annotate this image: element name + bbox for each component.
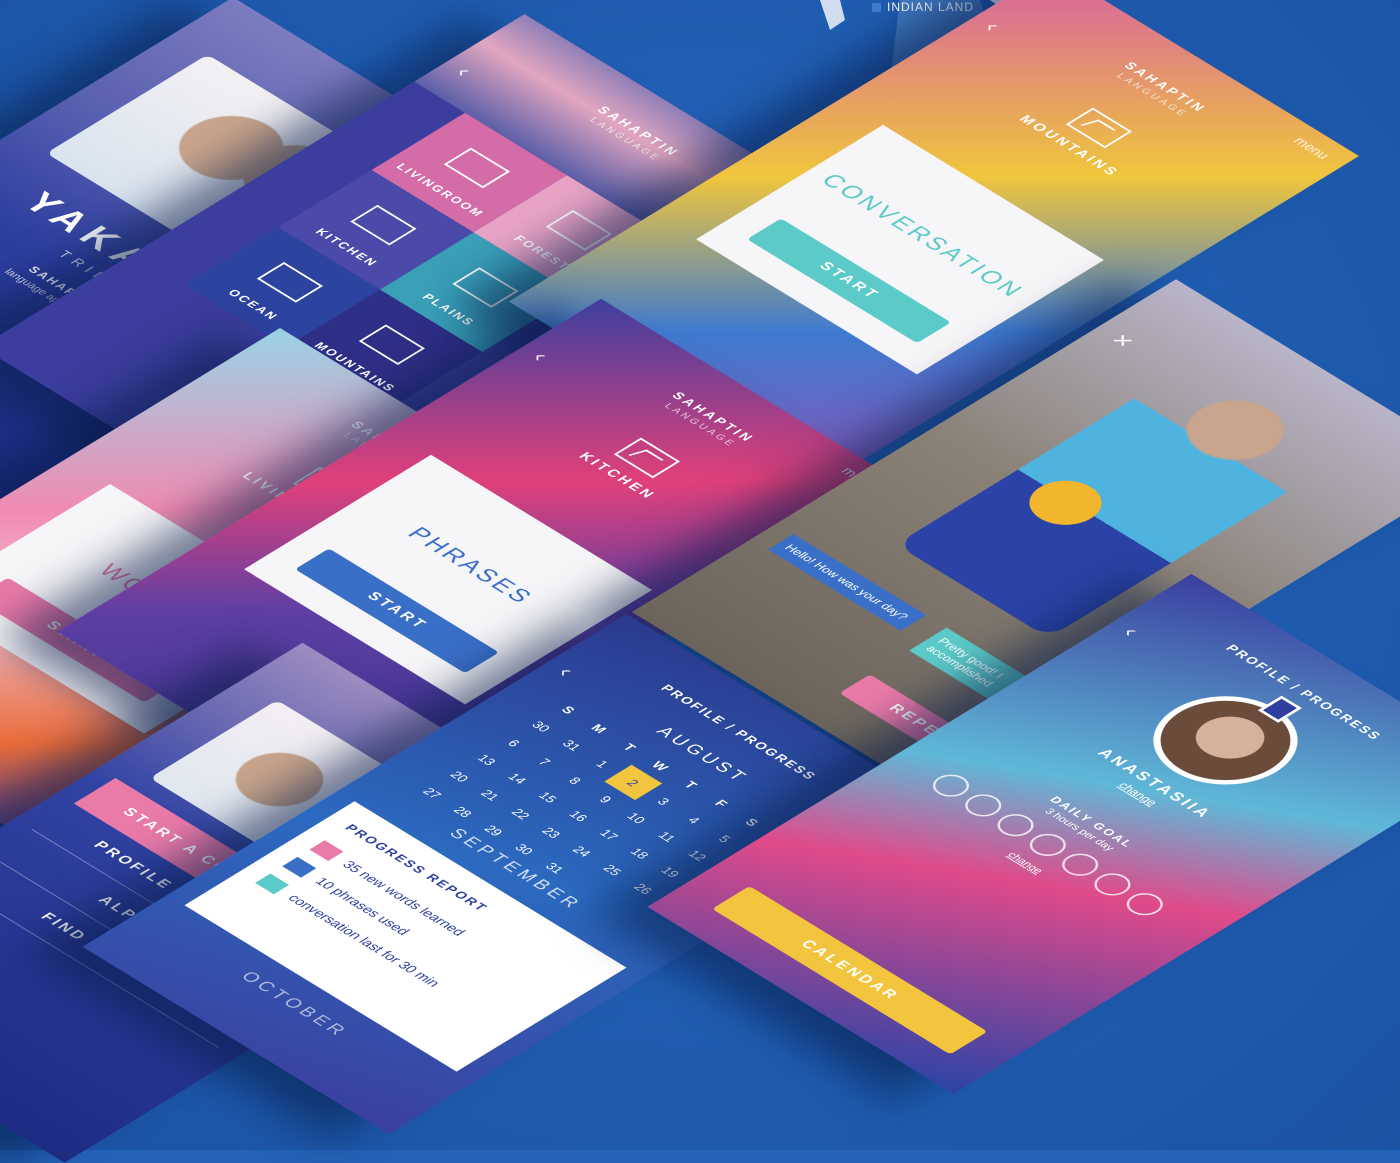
report-swatch <box>255 873 289 894</box>
ocean-icon <box>257 262 323 303</box>
progress-report-list: 35 new words learned10 phrases usedconve… <box>243 840 499 997</box>
close-icon[interactable]: × <box>1103 329 1142 353</box>
mockup-stage: YAKAMA TRIBE SAHAPTIN language applicati… <box>0 0 1400 1150</box>
bubble-left: Hello! How was your day? <box>768 534 926 631</box>
report-swatch <box>282 857 316 878</box>
character-illustration <box>896 357 1355 638</box>
goal-dots <box>881 746 1217 951</box>
back-icon[interactable]: ‹ <box>1117 623 1145 640</box>
goal-dot <box>1022 829 1073 860</box>
menu-button[interactable]: menu <box>1290 135 1333 162</box>
goal-dot <box>958 790 1009 821</box>
conv-language: SAHAPTIN <box>1006 0 1325 185</box>
back-icon[interactable]: ‹ <box>526 348 554 365</box>
conversation-card: CONVERSATION START <box>696 125 1104 375</box>
goal-dot <box>1119 889 1170 920</box>
goal-dot <box>1087 869 1138 900</box>
goal-dot <box>990 810 1041 841</box>
mountains-icon <box>359 324 425 365</box>
livingroom-icon <box>444 148 510 189</box>
back-icon[interactable]: ‹ <box>978 18 1006 35</box>
calendar-button[interactable]: CALENDAR <box>712 886 987 1054</box>
report-swatch <box>309 840 343 861</box>
goal-dot <box>1055 849 1106 880</box>
conv-language-sub: LANGUAGE <box>994 0 1309 192</box>
goal-dot <box>925 770 976 801</box>
kitchen-icon <box>350 205 416 246</box>
